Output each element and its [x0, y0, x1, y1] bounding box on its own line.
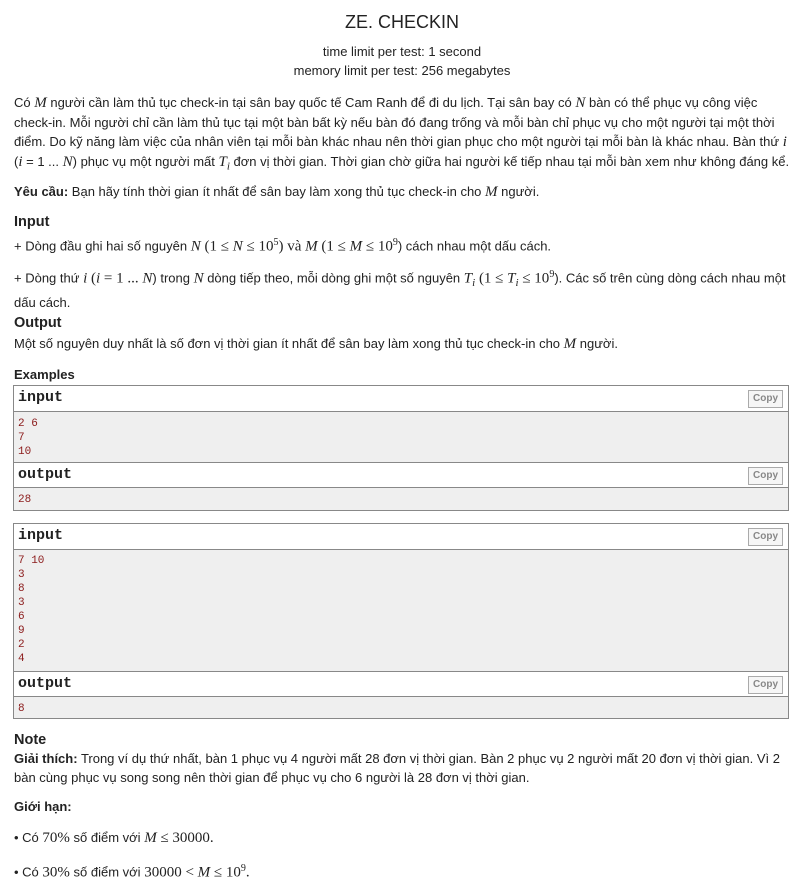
limits-heading: Giới hạn: — [14, 799, 72, 814]
problem-page: ZE. CHECKIN time limit per test: 1 secon… — [0, 0, 799, 896]
input-line-1: + Dòng đầu ghi hai số nguyên N (1 ≤ N ≤ … — [14, 237, 552, 255]
copy-button[interactable]: Copy — [748, 676, 783, 694]
example-1: input Copy 2 6 7 10 output Copy 28 — [13, 385, 789, 511]
problem-title: ZE. CHECKIN — [344, 12, 459, 32]
input-heading: Input — [14, 214, 50, 230]
example-2-output-header: output Copy — [14, 671, 788, 697]
output-label: output — [18, 466, 73, 483]
statement-paragraph: Có M người cần làm thủ tục check-in tại … — [14, 95, 790, 173]
example-2: input Copy 7 10 3 8 3 6 9 2 4 output Cop… — [13, 523, 789, 719]
example-1-input-text[interactable]: 2 6 7 10 — [18, 417, 38, 459]
copy-button[interactable]: Copy — [748, 467, 783, 485]
time-limit: time limit per test: 1 second — [322, 44, 482, 59]
examples-heading: Examples — [14, 367, 75, 382]
requirement-paragraph: Yêu cầu: Bạn hãy tính thời gian ít nhất … — [14, 184, 540, 200]
output-heading: Output — [14, 315, 62, 331]
example-2-input-header: input Copy — [14, 524, 788, 550]
output-label: output — [18, 675, 73, 692]
limit-line-1: • Có 70% số điểm với M ≤ 30000. — [14, 830, 214, 846]
input-line-2: + Dòng thứ i (i = 1 ... N) trong N dòng … — [14, 269, 786, 310]
copy-button[interactable]: Copy — [748, 390, 783, 408]
note-explanation: Giải thích: Trong ví dụ thứ nhất, bàn 1 … — [14, 751, 780, 785]
input-label: input — [18, 389, 64, 406]
example-1-input-header: input Copy — [14, 386, 788, 412]
output-text: Một số nguyên duy nhất là số đơn vị thời… — [14, 336, 618, 352]
example-1-output-header: output Copy — [14, 462, 788, 488]
example-2-input-text[interactable]: 7 10 3 8 3 6 9 2 4 — [18, 554, 44, 666]
memory-limit: memory limit per test: 256 megabytes — [293, 63, 511, 78]
copy-button[interactable]: Copy — [748, 528, 783, 546]
note-heading: Note — [14, 732, 47, 748]
example-2-output-text[interactable]: 8 — [18, 702, 25, 716]
limit-line-2: • Có 30% số điểm với 30000 < M ≤ 109. — [14, 863, 250, 881]
example-1-output-text[interactable]: 28 — [18, 493, 31, 507]
input-label: input — [18, 527, 64, 544]
